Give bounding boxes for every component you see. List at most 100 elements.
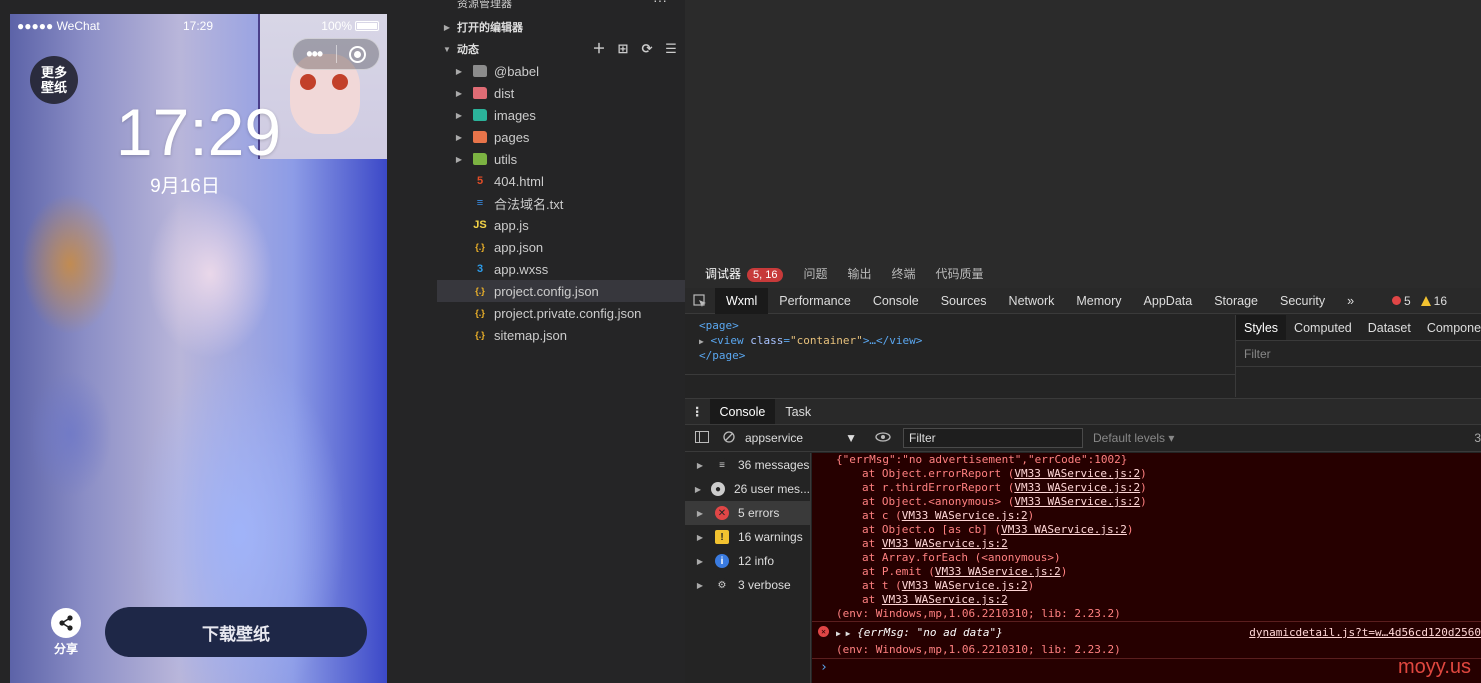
- stack-text: ): [1140, 481, 1147, 494]
- stack-link[interactable]: VM33 WAService.js:2: [882, 593, 1008, 606]
- mini-program-capsule[interactable]: •••: [292, 38, 380, 70]
- sidebar-item-verbose[interactable]: ▶ ⚙ 3 verbose: [685, 573, 810, 597]
- new-file-icon[interactable]: ＋: [591, 41, 607, 57]
- tab-console[interactable]: Console: [862, 288, 930, 314]
- clock-time: 17:29: [115, 95, 282, 169]
- close-mini-program-icon[interactable]: [337, 45, 380, 63]
- tab-console[interactable]: Console: [709, 398, 776, 425]
- tab-debugger[interactable]: 调试器 5, 16: [705, 265, 784, 282]
- sidebar-item-label: 36 messages: [738, 458, 810, 472]
- new-folder-icon[interactable]: ⊞: [615, 41, 631, 57]
- tree-item-7[interactable]: JS app.js: [437, 214, 685, 236]
- console-drawer-tabs: ⋮ Console Task: [685, 398, 1481, 425]
- inspect-element-icon[interactable]: [685, 293, 715, 308]
- sidebar-item-list[interactable]: ▶ ≡ 36 messages: [685, 453, 810, 477]
- drawer-menu-icon[interactable]: ⋮: [685, 399, 710, 425]
- tab-code-quality[interactable]: 代码质量: [936, 265, 984, 282]
- tree-item-1[interactable]: ▶ dist: [437, 82, 685, 104]
- stack-link[interactable]: VM33 WAService.js:2: [1014, 467, 1140, 480]
- tab-output[interactable]: 输出: [848, 265, 872, 282]
- tab-issues[interactable]: 问题: [803, 265, 827, 282]
- tree-item-label: images: [494, 107, 536, 123]
- console-filter-input[interactable]: Filter: [903, 428, 1083, 448]
- share-button[interactable]: 分享: [48, 608, 84, 657]
- sidebar-item-warning[interactable]: ▶! 16 warnings: [685, 525, 810, 549]
- tree-item-0[interactable]: ▶ @babel: [437, 60, 685, 82]
- tree-item-6[interactable]: ≡ 合法域名.txt: [437, 192, 685, 214]
- tab-appdata[interactable]: AppData: [1133, 288, 1204, 314]
- tab-dataset[interactable]: Dataset: [1360, 315, 1419, 340]
- sidebar-item-user[interactable]: ▶ ● 26 user mes...: [685, 477, 810, 501]
- log-levels-dropdown[interactable]: Default levels ▾: [1093, 431, 1174, 445]
- error-counter[interactable]: 5: [1391, 294, 1411, 308]
- warning-icon: !: [715, 530, 729, 544]
- tab-computed[interactable]: Computed: [1286, 315, 1360, 340]
- wxml-page-open[interactable]: <page>: [699, 319, 1221, 332]
- tab-terminal[interactable]: 终端: [892, 265, 916, 282]
- tab-wxml[interactable]: Wxml: [715, 287, 769, 314]
- tree-item-label: app.js: [494, 217, 529, 233]
- stack-link[interactable]: VM33 WAService.js:2: [935, 565, 1061, 578]
- source-link[interactable]: dynamicdetail.js?t=w…4d56cd120d2560: [1249, 625, 1481, 641]
- context-selector[interactable]: appservice ▼: [745, 431, 865, 445]
- tab-styles[interactable]: Styles: [1236, 315, 1287, 340]
- wxml-view-node[interactable]: ▶ <view class="container">…</view>: [699, 334, 1221, 347]
- stack-link[interactable]: VM33 WAService.js:2: [902, 579, 1028, 592]
- error-log-entry[interactable]: {"errMsg":"no advertisement","errCode":1…: [812, 453, 1481, 622]
- tree-item-2[interactable]: ▶ images: [437, 104, 685, 126]
- tree-item-9[interactable]: 3 app.wxss: [437, 258, 685, 280]
- tab-security[interactable]: Security: [1269, 288, 1336, 314]
- tree-item-4[interactable]: ▶ utils: [437, 148, 685, 170]
- stack-link[interactable]: VM33 WAService.js:2: [882, 537, 1008, 550]
- more-actions-icon[interactable]: ···: [653, 0, 667, 7]
- warning-counter[interactable]: 16: [1420, 293, 1447, 308]
- stack-frame: at Object.o [as cb] (VM33 WAService.js:2…: [862, 523, 1481, 537]
- tree-item-label: 合法域名.txt: [494, 196, 564, 212]
- more-menu-icon[interactable]: •••: [293, 44, 336, 65]
- tab-storage[interactable]: Storage: [1203, 288, 1269, 314]
- open-editors-section[interactable]: ▶ 打开的编辑器: [437, 16, 685, 38]
- tree-item-5[interactable]: 5 404.html: [437, 170, 685, 192]
- wxml-page-close[interactable]: </page>: [699, 349, 1221, 362]
- tree-item-12[interactable]: {.} sitemap.json: [437, 324, 685, 346]
- tab-network[interactable]: Network: [998, 288, 1066, 314]
- sidebar-item-error[interactable]: ▶ ✕ 5 errors: [685, 501, 810, 525]
- refresh-icon[interactable]: ⟳: [639, 41, 655, 57]
- stack-link[interactable]: VM33 WAService.js:2: [1014, 495, 1140, 508]
- status-time: 17:29: [183, 19, 214, 33]
- console-prompt[interactable]: ›: [820, 660, 828, 675]
- more-tabs-icon[interactable]: »: [1336, 288, 1365, 314]
- error-log-entry-2[interactable]: ✕ ▶ ▶ {errMsg: "no ad data"} dynamicdeta…: [812, 622, 1481, 659]
- styles-filter-input[interactable]: Filter: [1236, 341, 1481, 367]
- battery-percent: 100%: [321, 19, 352, 33]
- collapse-all-icon[interactable]: ☰: [663, 41, 679, 57]
- project-section[interactable]: ▼ 动态 ＋ ⊞ ⟳ ☰: [437, 38, 685, 60]
- stack-link[interactable]: VM33 WAService.js:2: [1014, 481, 1140, 494]
- error-icon: [1391, 295, 1401, 305]
- tree-item-8[interactable]: {.} app.json: [437, 236, 685, 258]
- tab-task[interactable]: Task: [775, 399, 821, 425]
- tree-item-11[interactable]: {.} project.private.config.json: [437, 302, 685, 324]
- warning-count: 16: [1433, 293, 1447, 308]
- share-icon: [51, 608, 81, 638]
- stack-link[interactable]: VM33 WAService.js:2: [902, 509, 1028, 522]
- tab-performance[interactable]: Performance: [768, 288, 862, 314]
- tree-item-3[interactable]: ▶ pages: [437, 126, 685, 148]
- tree-item-10[interactable]: {.} project.config.json: [437, 280, 685, 302]
- expand-arrow-icon[interactable]: ▶ ▶: [836, 629, 850, 638]
- stack-text: at: [862, 537, 882, 550]
- chevron-right-icon: ▶: [696, 556, 704, 566]
- tab-memory[interactable]: Memory: [1065, 288, 1132, 314]
- stack-frame: at c (VM33 WAService.js:2): [862, 509, 1481, 523]
- debugger-badge: 5, 16: [747, 267, 784, 282]
- live-expression-icon[interactable]: [875, 431, 891, 445]
- tab-compone[interactable]: Compone: [1419, 315, 1481, 340]
- clear-console-icon[interactable]: [723, 430, 735, 446]
- tab-sources[interactable]: Sources: [930, 288, 998, 314]
- sidebar-item-info[interactable]: ▶ i 12 info: [685, 549, 810, 573]
- error-object: {errMsg: "no ad data"}: [857, 626, 1003, 639]
- download-wallpaper-button[interactable]: 下载壁纸: [105, 607, 367, 657]
- sidebar-toggle-icon[interactable]: [695, 430, 709, 446]
- stack-link[interactable]: VM33 WAService.js:2: [1001, 523, 1127, 536]
- sidebar-item-label: 26 user mes...: [733, 482, 810, 496]
